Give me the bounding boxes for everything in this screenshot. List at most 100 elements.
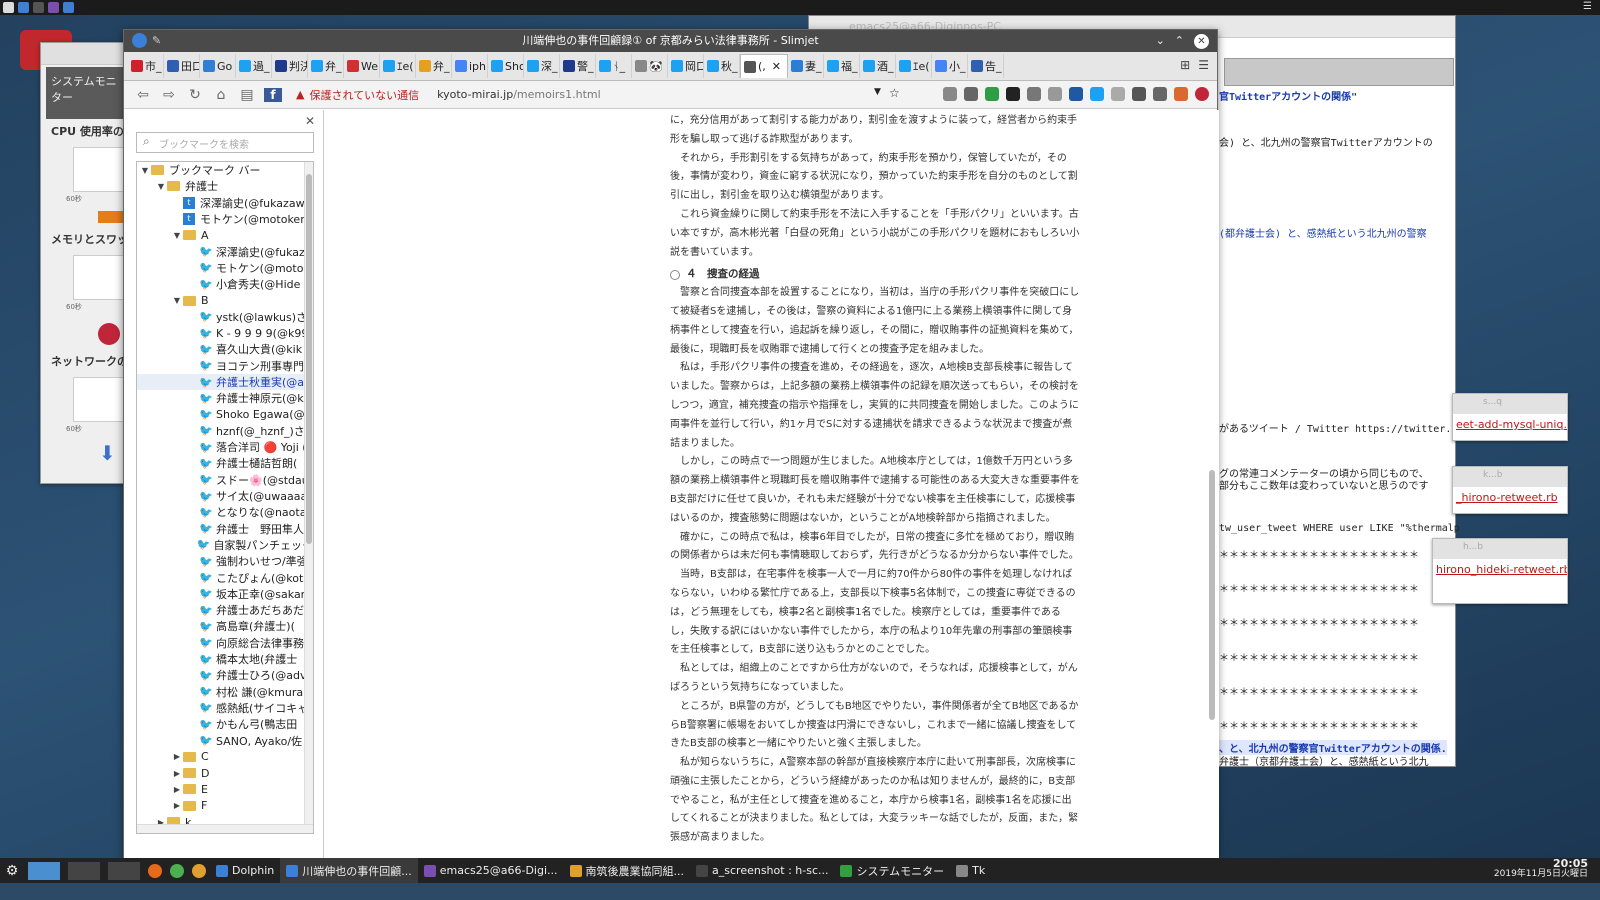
browser-tab[interactable]: Sho: [488, 54, 524, 78]
minimize-icon[interactable]: ⌄: [1156, 30, 1165, 52]
browser-tab[interactable]: We: [344, 54, 380, 78]
mail-icon[interactable]: [943, 87, 957, 101]
back-icon[interactable]: ⇦: [134, 87, 152, 103]
bookmark-search-input[interactable]: ブックマークを検索: [136, 132, 314, 153]
bookmark-item[interactable]: 🐦 弁護士神原元(@k: [137, 390, 313, 406]
browser-tab[interactable]: iph: [452, 54, 488, 78]
bookmark-item[interactable]: 🐦 SANO, Ayako/佐: [137, 732, 313, 748]
twitter-icon[interactable]: [1090, 87, 1104, 101]
browser-tab[interactable]: 判決: [272, 54, 308, 78]
bookmark-item[interactable]: 🐦 弁護士あだちあだ: [137, 602, 313, 618]
browser-tab[interactable]: 酒_: [860, 54, 896, 78]
browser-tab[interactable]: 過_: [236, 54, 272, 78]
bookmark-folder[interactable]: ▶ D: [137, 765, 313, 781]
bookmark-item[interactable]: 🐦 こたぴょん(@kota: [137, 569, 313, 585]
bookmark-item[interactable]: 🐦 弁護士ひろ(@adv: [137, 667, 313, 683]
expand-arrow-icon[interactable]: ▼: [139, 166, 151, 175]
globe-icon[interactable]: [18, 2, 29, 13]
browser-tab[interactable]: ᚾ_: [596, 54, 632, 78]
firefox-icon[interactable]: [148, 863, 162, 878]
bookmark-item[interactable]: 🐦 自家製パンチェッタ: [137, 537, 313, 553]
emacs-icon[interactable]: [48, 2, 59, 13]
url-shortener-icon[interactable]: [1006, 87, 1020, 101]
taskbar-task[interactable]: emacs25@a66-Digi...: [418, 858, 564, 883]
taskbar-task[interactable]: 川端伸也の事件回顧...: [280, 858, 418, 883]
bookmark-item[interactable]: 🐦 強制わいせつ/準強: [137, 553, 313, 569]
browser-tab[interactable]: Go: [200, 54, 236, 78]
browser-tab[interactable]: 深_: [524, 54, 560, 78]
sticky-title[interactable]: h...b: [1433, 539, 1567, 559]
bookmark-item[interactable]: 🐦 hznf(@_hznf_)さ: [137, 423, 313, 439]
chrome-icon[interactable]: [192, 863, 206, 878]
expand-arrow-icon[interactable]: ▶: [171, 785, 183, 794]
pocket-icon[interactable]: [1132, 87, 1146, 101]
star-icon[interactable]: ☆: [889, 86, 900, 100]
sticky-title[interactable]: k...b: [1453, 467, 1567, 487]
bookmark-folder[interactable]: ▼ A: [137, 227, 313, 243]
tab-close-icon[interactable]: ✕: [772, 60, 781, 73]
expand-arrow-icon[interactable]: ▼: [171, 231, 183, 240]
url-dropdown-icon[interactable]: ▼: [874, 87, 881, 97]
taskbar-task[interactable]: 南筑後農業協同組...: [564, 858, 691, 883]
sidebar-close-icon[interactable]: ✕: [305, 114, 315, 128]
bookmark-item[interactable]: 🐦 深澤諭史(@fukaz: [137, 243, 313, 259]
extension-icon[interactable]: [1027, 87, 1041, 101]
forward-icon[interactable]: ⇨: [160, 87, 178, 103]
sticky-title[interactable]: s...q: [1453, 394, 1567, 414]
desktop-pager-2[interactable]: [68, 861, 100, 880]
chat-icon[interactable]: [1153, 87, 1167, 101]
browser-tab[interactable]: ｴe(: [380, 54, 416, 78]
expand-arrow-icon[interactable]: ▼: [155, 182, 167, 191]
bookmark-folder[interactable]: ▶ E: [137, 781, 313, 797]
bookmark-item[interactable]: 🐦 スドー🌸(@stdau: [137, 472, 313, 488]
bookmark-item[interactable]: 🐦 サイ太(@uwaaaa): [137, 488, 313, 504]
sticky-body[interactable]: eet-add-mysql-uniq.r: [1453, 414, 1567, 435]
facebook-icon[interactable]: f: [264, 87, 282, 102]
browser-tab[interactable]: 岡口: [668, 54, 704, 78]
expand-arrow-icon[interactable]: ▶: [171, 752, 183, 761]
bookmark-item[interactable]: 🐦 橋本太地(弁護士: [137, 651, 313, 667]
tree-vertical-scrollbar[interactable]: [304, 162, 313, 833]
expand-arrow-icon[interactable]: ▶: [171, 801, 183, 810]
desktop-pager-1[interactable]: [28, 861, 60, 880]
bookmark-folder[interactable]: ▼ 弁護士: [137, 178, 313, 194]
shuffle-icon[interactable]: [1048, 87, 1062, 101]
bookmark-item[interactable]: 🐦 ヨコテン刑事専門: [137, 358, 313, 374]
panel-menu-icon[interactable]: ☰: [1583, 1, 1592, 12]
bookmark-item[interactable]: 🐦 となりな(@naotar: [137, 504, 313, 520]
browser-tab[interactable]: 警_: [560, 54, 596, 78]
pin-icon[interactable]: ✎: [152, 30, 161, 52]
bookmark-item[interactable]: 🐦 ystk(@lawkus)さ: [137, 309, 313, 325]
bookmark-item[interactable]: t モトケン(@motoken_: [137, 211, 313, 227]
browser-tab[interactable]: (, ✕: [740, 54, 788, 78]
evernote-icon[interactable]: [985, 87, 999, 101]
browser-tab[interactable]: 小_: [932, 54, 968, 78]
browser-tab[interactable]: 田口: [164, 54, 200, 78]
browser-tab[interactable]: 市_: [128, 54, 164, 78]
sysmon-titlebar[interactable]: [41, 43, 131, 65]
window-icon[interactable]: [63, 2, 74, 13]
bookmark-item[interactable]: 🐦 喜久山大貴(@kik: [137, 341, 313, 357]
expand-arrow-icon[interactable]: ▶: [171, 769, 183, 778]
terminal-icon[interactable]: [33, 2, 44, 13]
font-icon[interactable]: [1111, 87, 1125, 101]
bookmark-item[interactable]: 🐦 感熱紙(サイコキャ: [137, 700, 313, 716]
browser-tab[interactable]: 🐼: [632, 54, 668, 78]
browser-tab[interactable]: 弁_: [416, 54, 452, 78]
app-icon[interactable]: [170, 863, 184, 878]
bookmark-folder[interactable]: ▼ B: [137, 292, 313, 308]
content-scrollbar[interactable]: [1207, 110, 1217, 859]
browser-tab[interactable]: 秋_: [704, 54, 740, 78]
tab-menu-icon[interactable]: ☰: [1198, 58, 1209, 72]
tree-horizontal-scrollbar[interactable]: [137, 824, 313, 833]
bookmark-item[interactable]: 🐦 弁護士 野田隼人: [137, 521, 313, 537]
bookmark-manager-icon[interactable]: ▤: [238, 87, 256, 103]
clock[interactable]: 20:05 2019年11月5日火曜日: [1494, 858, 1588, 880]
bookmark-item[interactable]: 🐦 小倉秀夫(@Hide: [137, 276, 313, 292]
sticky-body[interactable]: hirono_hideki-retweet.rb: [1433, 559, 1567, 580]
reader-icon[interactable]: [1069, 87, 1083, 101]
bookmark-folder[interactable]: ▶ F: [137, 798, 313, 814]
tree-scroll-thumb[interactable]: [306, 174, 312, 544]
sticky-note[interactable]: k...b _hirono-retweet.rb: [1452, 466, 1568, 514]
avatar-icon[interactable]: [1174, 87, 1188, 101]
